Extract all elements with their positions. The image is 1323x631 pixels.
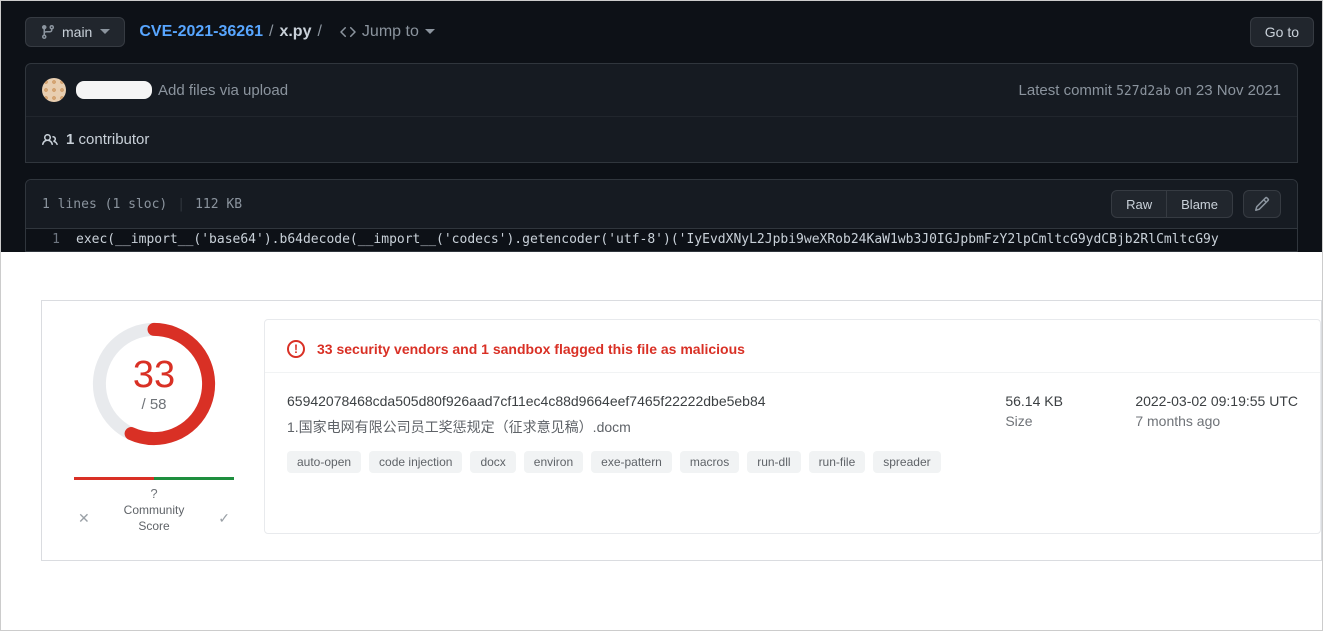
file-hash[interactable]: 65942078468cda505d80f926aad7cf11ec4c88d9… (287, 393, 975, 409)
branch-name: main (62, 24, 92, 40)
tag[interactable]: exe-pattern (591, 451, 672, 473)
code-icon (340, 24, 356, 40)
file-lines: 1 lines (1 sloc) (42, 197, 167, 212)
file-header: 1 lines (1 sloc) | 112 KB Raw Blame (26, 180, 1297, 229)
git-branch-icon (40, 24, 56, 40)
go-to-button[interactable]: Go to (1250, 17, 1314, 47)
avatar[interactable] (42, 78, 66, 102)
file-name: x.py (279, 23, 311, 41)
alert-icon: ! (287, 340, 305, 358)
last-analysis-label: 7 months ago (1135, 413, 1298, 429)
detected-count: 33 (133, 356, 175, 394)
file-size: 112 KB (195, 197, 242, 212)
branch-selector[interactable]: main (25, 17, 125, 47)
tag[interactable]: spreader (873, 451, 940, 473)
file-info: 65942078468cda505d80f926aad7cf11ec4c88d9… (287, 393, 975, 473)
vote-harmless-button[interactable]: ✓ (214, 506, 234, 531)
detection-summary: ! 33 security vendors and 1 sandbox flag… (264, 319, 1321, 534)
commit-message[interactable]: Add files via upload (158, 82, 288, 99)
contributor-label: contributor (79, 131, 150, 148)
score-column: 33 / 58 ? ✕ Community Score ✓ (54, 319, 254, 534)
author-redacted (76, 81, 152, 99)
tag[interactable]: auto-open (287, 451, 361, 473)
alert-text: 33 security vendors and 1 sandbox flagge… (317, 341, 745, 357)
code-line: 1 exec(__import__('base64').b64decode(__… (26, 229, 1297, 251)
negative-bar (74, 477, 154, 480)
tag[interactable]: macros (680, 451, 739, 473)
tag[interactable]: environ (524, 451, 583, 473)
contributor-count: 1 (66, 131, 74, 148)
blame-button[interactable]: Blame (1167, 190, 1233, 218)
tag[interactable]: docx (470, 451, 515, 473)
caret-down-icon (100, 29, 110, 35)
file-content-box: 1 lines (1 sloc) | 112 KB Raw Blame 1 ex… (25, 179, 1298, 252)
caret-down-icon (425, 29, 435, 35)
positive-bar (154, 477, 234, 480)
size-column: 56.14 KB Size (1005, 393, 1105, 473)
file-name: 1.国家电网有限公司员工奖惩规定（征求意见稿）.docm (287, 417, 975, 437)
community-bar (74, 477, 234, 480)
community-score: ? ✕ Community Score ✓ (74, 477, 234, 534)
file-topbar: main CVE-2021-36261 / x.py / Jump to Go … (25, 1, 1322, 63)
community-score-label: Community Score (94, 503, 215, 534)
code-content[interactable]: exec(__import__('base64').b64decode(__im… (76, 229, 1297, 251)
last-analysis-value: 2022-03-02 09:19:55 UTC (1135, 393, 1298, 409)
pencil-icon (1254, 196, 1270, 212)
commit-hash[interactable]: 527d2ab (1116, 84, 1171, 99)
file-size-value: 56.14 KB (1005, 393, 1105, 409)
tag[interactable]: run-file (809, 451, 866, 473)
contributors-row[interactable]: 1 contributor (26, 117, 1297, 162)
tag[interactable]: code injection (369, 451, 462, 473)
latest-commit-label: Latest commit (1019, 82, 1112, 99)
github-file-view: main CVE-2021-36261 / x.py / Jump to Go … (1, 1, 1322, 252)
edit-button[interactable] (1243, 190, 1281, 218)
divider: | (177, 197, 185, 212)
malicious-alert: ! 33 security vendors and 1 sandbox flag… (265, 320, 1320, 373)
jump-to-dropdown[interactable]: Jump to (340, 23, 435, 41)
people-icon (42, 132, 58, 148)
repo-link[interactable]: CVE-2021-36261 (139, 23, 263, 41)
tag-list: auto-open code injection docx environ ex… (287, 451, 975, 473)
file-details: 65942078468cda505d80f926aad7cf11ec4c88d9… (265, 373, 1320, 493)
commit-box: Add files via upload Latest commit 527d2… (25, 63, 1298, 163)
breadcrumb: CVE-2021-36261 / x.py / (139, 23, 326, 41)
virustotal-panel: 33 / 58 ? ✕ Community Score ✓ ! 33 secur (41, 300, 1322, 561)
commit-date-prefix: on (1175, 82, 1192, 99)
raw-button[interactable]: Raw (1111, 190, 1167, 218)
commit-meta: Latest commit 527d2ab on 23 Nov 2021 (1019, 82, 1281, 99)
breadcrumb-separator: / (265, 23, 277, 41)
detection-gauge: 33 / 58 (89, 319, 219, 449)
jump-to-label: Jump to (362, 23, 419, 41)
community-question: ? (74, 486, 234, 501)
commit-date: 23 Nov 2021 (1196, 82, 1281, 99)
total-engines: / 58 (141, 396, 166, 413)
time-column: 2022-03-02 09:19:55 UTC 7 months ago (1135, 393, 1298, 473)
latest-commit-row: Add files via upload Latest commit 527d2… (26, 64, 1297, 117)
tag[interactable]: run-dll (747, 451, 800, 473)
vote-malicious-button[interactable]: ✕ (74, 506, 94, 531)
file-actions: Raw Blame (1111, 190, 1281, 218)
breadcrumb-separator: / (313, 23, 325, 41)
line-number[interactable]: 1 (26, 229, 76, 251)
file-size-label: Size (1005, 413, 1105, 429)
